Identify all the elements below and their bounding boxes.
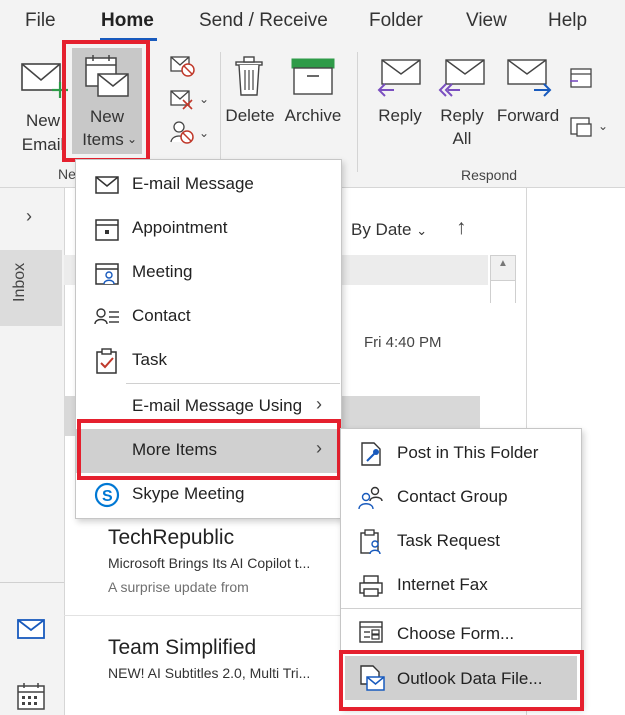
junk-icon[interactable]: ⌄ xyxy=(170,120,210,146)
menu-item-meeting[interactable]: Meeting xyxy=(76,251,341,295)
menu-item-label: Meeting xyxy=(132,262,193,281)
fax-icon xyxy=(359,575,383,597)
meeting-icon xyxy=(95,263,119,285)
reply-button[interactable]: Reply xyxy=(372,50,428,150)
reply-all-label-2: All xyxy=(452,129,472,148)
tab-send-receive[interactable]: Send / Receive xyxy=(199,10,328,32)
new-email-icon xyxy=(21,63,68,98)
menu-item-label: Appointment xyxy=(132,218,228,237)
contact-group-icon xyxy=(358,486,383,510)
menu-item-label: Skype Meeting xyxy=(132,484,245,503)
forward-button[interactable]: Forward xyxy=(494,50,562,130)
menu-item-contact[interactable]: Contact xyxy=(76,295,341,339)
message-subject: NEW! AI Subtitles 2.0, Multi Tri... xyxy=(108,665,311,681)
forward-label: Forward xyxy=(496,106,560,125)
menu-item-post-in-folder[interactable]: Post in This Folder xyxy=(341,432,581,476)
menu-separator xyxy=(341,608,581,609)
tab-help[interactable]: Help xyxy=(548,10,587,32)
contact-card-icon xyxy=(94,308,119,325)
trash-icon xyxy=(235,56,263,96)
ribbon-group-respond-label: Respond xyxy=(461,167,518,183)
ribbon-group-new-label: Ne xyxy=(58,166,76,182)
delete-label: Delete xyxy=(225,106,275,125)
reply-all-label-1: Reply xyxy=(440,106,484,125)
menu-item-label: Task Request xyxy=(397,531,500,550)
message-date: Fri 4:40 PM xyxy=(364,334,442,351)
svg-text:S: S xyxy=(102,488,113,505)
annotation-highlight-more-items xyxy=(77,419,341,480)
menu-item-label: E-mail Message Using xyxy=(132,396,303,415)
calendar-icon xyxy=(95,219,119,241)
menu-item-contact-group[interactable]: Contact Group xyxy=(341,476,581,520)
archive-label: Archive xyxy=(284,106,342,125)
envelope-icon xyxy=(95,176,119,194)
menu-item-choose-form[interactable]: Choose Form... xyxy=(341,610,581,654)
inbox-folder-tab[interactable] xyxy=(0,250,62,326)
reply-label: Reply xyxy=(378,106,422,125)
menu-item-email-message[interactable]: E-mail Message xyxy=(76,163,341,207)
meeting-reply-icon[interactable] xyxy=(568,66,594,90)
annotation-highlight-outlook-data-file xyxy=(339,650,584,711)
reply-icon xyxy=(377,59,421,97)
archive-icon xyxy=(291,58,335,95)
annotation-highlight-new-items xyxy=(62,40,150,162)
rail-divider xyxy=(0,582,64,583)
scroll-up-icon[interactable]: ▲ xyxy=(498,258,508,269)
message-sender: TechRepublic xyxy=(108,526,235,549)
post-icon xyxy=(361,442,381,466)
reply-all-icon xyxy=(438,59,485,97)
svg-text:⌄: ⌄ xyxy=(598,119,608,133)
sort-direction-icon[interactable]: ↑ xyxy=(456,216,467,240)
menu-item-label: Contact xyxy=(132,306,191,325)
task-request-icon xyxy=(360,529,381,555)
menu-item-label: Post in This Folder xyxy=(397,443,539,462)
menu-item-task-request[interactable]: Task Request xyxy=(341,520,581,564)
menu-item-label: Internet Fax xyxy=(397,575,488,594)
sort-by-date[interactable]: By Date ⌄ xyxy=(351,220,427,240)
menu-item-label: Task xyxy=(132,350,167,369)
chevron-right-icon: › xyxy=(316,394,322,414)
ribbon-tab-bar: File Home Send / Receive Folder View Hel… xyxy=(0,0,625,44)
tab-folder[interactable]: Folder xyxy=(369,10,423,32)
tab-file[interactable]: File xyxy=(25,10,56,32)
clean-up-icon[interactable]: ⌄ xyxy=(170,88,210,112)
menu-item-task[interactable]: Task xyxy=(76,339,341,383)
menu-separator xyxy=(126,383,340,384)
archive-button[interactable]: Archive xyxy=(282,50,344,130)
ribbon-separator xyxy=(357,52,358,172)
form-icon xyxy=(359,621,383,643)
skype-icon: S xyxy=(94,482,120,508)
delete-button[interactable]: Delete xyxy=(222,50,278,130)
message-preview: A surprise update from xyxy=(108,579,249,595)
scroll-thumb[interactable] xyxy=(491,280,515,305)
mail-nav-icon[interactable] xyxy=(17,619,47,641)
more-respond-icon[interactable]: ⌄ xyxy=(568,114,614,138)
svg-text:⌄: ⌄ xyxy=(199,92,209,106)
reply-all-button[interactable]: Reply All xyxy=(434,50,490,150)
inbox-label: Inbox xyxy=(11,262,28,302)
message-sender: Team Simplified xyxy=(108,636,257,659)
sort-label: By Date xyxy=(351,220,412,239)
message-subject: Microsoft Brings Its AI Copilot t... xyxy=(108,555,311,571)
svg-text:⌄: ⌄ xyxy=(199,126,209,140)
ignore-icon[interactable] xyxy=(170,54,196,78)
menu-item-label: Choose Form... xyxy=(397,624,515,643)
scrollbar[interactable]: ▲ xyxy=(490,255,516,305)
calendar-nav-icon[interactable] xyxy=(17,683,47,711)
menu-item-label: Contact Group xyxy=(397,487,508,506)
chevron-down-icon: ⌄ xyxy=(416,223,428,238)
ribbon-separator xyxy=(220,52,221,172)
menu-item-label: E-mail Message xyxy=(132,174,254,193)
expand-folder-pane-icon[interactable]: › xyxy=(26,206,32,227)
tab-view[interactable]: View xyxy=(466,10,507,32)
tab-home[interactable]: Home xyxy=(101,10,154,32)
clipboard-check-icon xyxy=(96,348,117,374)
menu-item-appointment[interactable]: Appointment xyxy=(76,207,341,251)
forward-icon xyxy=(507,59,552,97)
menu-item-internet-fax[interactable]: Internet Fax xyxy=(341,564,581,608)
